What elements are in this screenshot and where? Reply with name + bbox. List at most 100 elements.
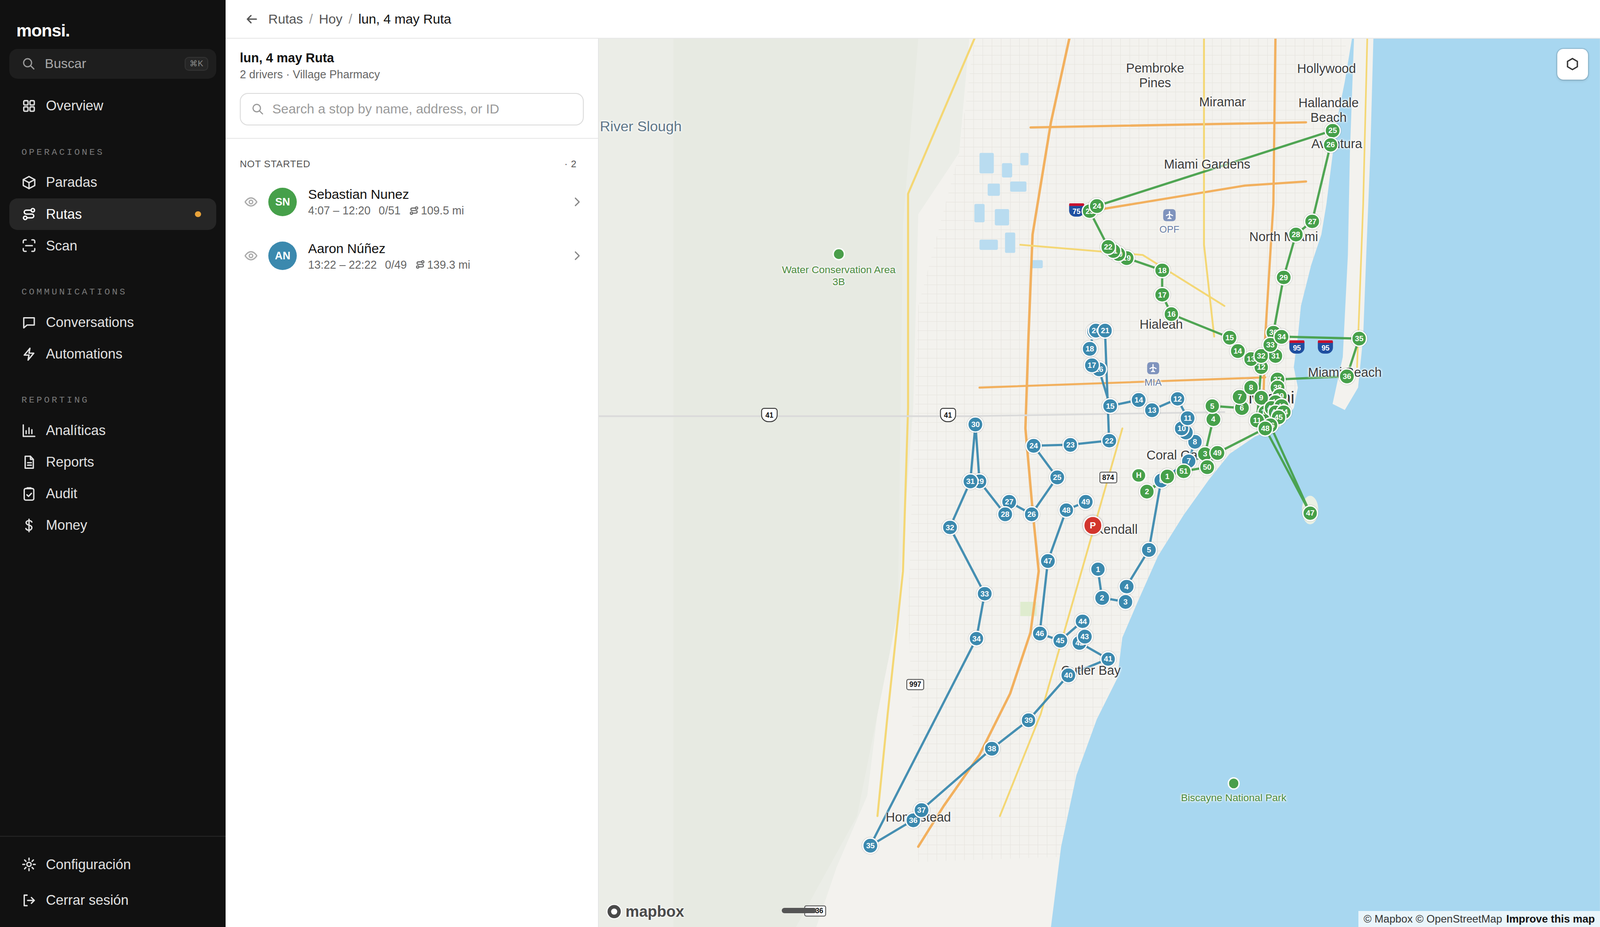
stop-marker[interactable]: 32 (941, 519, 959, 536)
stop-marker[interactable]: 18 (1154, 262, 1171, 279)
sidebar-item[interactable]: Money (9, 509, 217, 542)
sidebar-item[interactable]: Cerrar sesión (9, 882, 217, 919)
eye-icon[interactable] (243, 194, 259, 210)
stop-marker[interactable]: 5 (1204, 397, 1221, 415)
stop-marker[interactable]: 11 (1179, 410, 1196, 427)
stop-marker[interactable]: 36 (1338, 368, 1356, 385)
stop-search[interactable] (239, 92, 584, 126)
stop-marker[interactable]: 1 (1089, 561, 1107, 578)
stop-marker[interactable]: 2 (1138, 483, 1156, 501)
stop-marker[interactable]: 22 (1099, 238, 1117, 256)
sidebar-item[interactable]: Automations (9, 338, 217, 370)
sidebar-item[interactable]: Conversations (9, 306, 217, 339)
search-input[interactable] (44, 56, 176, 72)
stop-marker[interactable]: 48 (1058, 501, 1075, 519)
stop-marker[interactable]: 24 (1025, 437, 1043, 455)
stop-marker[interactable]: 51 (1175, 463, 1192, 480)
stop-marker[interactable]: 16 (1163, 306, 1180, 323)
stop-marker[interactable]: 29 (1275, 269, 1293, 286)
stop-marker[interactable]: 41 (1099, 650, 1117, 668)
driver-row[interactable]: SNSebastian Nunez4:07 – 12:200/51109.5 m… (225, 174, 598, 230)
stop-marker[interactable]: 34 (968, 630, 985, 647)
depot-marker[interactable]: P (1082, 515, 1103, 536)
stop-marker[interactable]: 17 (1154, 286, 1171, 304)
stop-marker[interactable]: 48 (1256, 420, 1274, 437)
stop-marker[interactable]: 39 (1020, 712, 1037, 729)
stop-marker[interactable]: 43 (1076, 628, 1094, 646)
improve-map-link[interactable]: Improve this map (1506, 913, 1595, 926)
stop-marker[interactable]: 26 (1322, 136, 1339, 154)
stop-marker[interactable]: 47 (1301, 505, 1319, 522)
sidebar-item[interactable]: Analíticas (9, 414, 217, 447)
stop-marker[interactable]: 21 (1096, 322, 1114, 340)
sidebar-item[interactable]: Reports (9, 446, 217, 478)
sidebar-item[interactable]: Audit (9, 477, 217, 510)
stop-marker[interactable]: 25 (1049, 469, 1066, 486)
stop-marker[interactable]: 35 (862, 837, 879, 855)
stop-search-input[interactable] (272, 101, 573, 117)
stop-marker[interactable]: 35 (1350, 330, 1368, 348)
stop-marker[interactable]: 30 (967, 416, 984, 433)
sidebar-item[interactable]: Paradas (9, 166, 217, 199)
map[interactable]: River SloughPembroke PinesHollywoodMiram… (598, 38, 1600, 927)
map-label: River Slough (599, 118, 682, 135)
clipboard-icon (21, 486, 37, 502)
stop-marker[interactable]: 27 (1304, 213, 1321, 230)
stop-marker[interactable]: 34 (1273, 328, 1290, 345)
stop-marker[interactable]: 12 (1169, 390, 1186, 408)
back-arrow-icon[interactable] (244, 12, 259, 27)
section-heading: COMMUNICATIONS (9, 261, 217, 307)
mapbox-logo[interactable]: mapbox (606, 903, 684, 921)
stop-marker[interactable]: 50 (1199, 459, 1216, 476)
sidebar-item[interactable]: Scan (9, 230, 217, 262)
map-style-button[interactable] (1557, 48, 1588, 80)
stop-marker[interactable]: 47 (1039, 553, 1057, 570)
stop-marker[interactable]: 33 (976, 585, 994, 603)
stop-marker[interactable]: 28 (997, 506, 1014, 523)
stop-marker[interactable]: 37 (913, 802, 930, 819)
breadcrumb-item[interactable]: Rutas (268, 11, 304, 27)
group-label: NOT STARTED (239, 157, 311, 172)
stop-marker[interactable]: 49 (1077, 493, 1095, 511)
sidebar-item[interactable]: Rutas (9, 198, 217, 231)
stop-marker[interactable]: 5 (1140, 541, 1158, 559)
stop-marker[interactable]: 40 (1060, 667, 1077, 684)
logo[interactable]: monsi. (9, 0, 217, 41)
grid-icon (21, 98, 37, 114)
stop-marker[interactable]: 46 (1031, 625, 1049, 643)
map-label: Biscayne National Park (1180, 791, 1287, 804)
stop-marker[interactable]: 15 (1102, 397, 1119, 415)
stop-marker[interactable]: 25 (1324, 122, 1342, 139)
sidebar-item-label: Rutas (45, 206, 186, 223)
stop-marker[interactable]: 4 (1118, 578, 1136, 595)
breadcrumb-separator: / (309, 11, 313, 27)
stop-marker[interactable]: 44 (1074, 613, 1091, 630)
sidebar-item[interactable]: Configuración (9, 847, 217, 883)
stop-marker[interactable]: 15 (1221, 329, 1238, 347)
sidebar-item[interactable]: Overview (9, 90, 217, 122)
stop-marker[interactable]: 18 (1081, 340, 1099, 358)
logout-icon (21, 892, 37, 909)
driver-row[interactable]: ANAaron Núñez13:22 – 22:220/49139.3 mi (225, 228, 598, 283)
route-panel: lun, 4 may Ruta2 drivers · Village Pharm… (225, 38, 599, 927)
stop-marker[interactable]: 1 (1159, 468, 1176, 485)
sidebar-search[interactable]: ⌘K (9, 48, 217, 79)
wetland (673, 38, 919, 927)
stop-marker[interactable]: 24 (1088, 197, 1106, 215)
stop-marker[interactable]: 3 (1117, 593, 1134, 611)
stop-marker[interactable]: 2 (1094, 589, 1111, 607)
stop-marker[interactable]: 31 (962, 473, 979, 490)
breadcrumb-item[interactable]: Hoy (319, 11, 343, 27)
stop-marker[interactable]: 28 (1287, 226, 1305, 243)
stop-marker[interactable]: 13 (1143, 402, 1161, 419)
eye-icon[interactable] (243, 248, 259, 263)
stop-marker[interactable]: 49 (1209, 444, 1226, 462)
stop-marker[interactable]: 45 (1051, 632, 1069, 650)
stop-marker[interactable]: 14 (1130, 391, 1148, 409)
stop-marker[interactable]: 22 (1101, 432, 1118, 449)
stop-marker[interactable]: 26 (1023, 506, 1040, 523)
stop-marker[interactable]: 38 (983, 740, 1001, 758)
stop-marker[interactable]: 17 (1083, 357, 1101, 374)
bar-chart-icon (21, 423, 37, 439)
stop-marker[interactable]: 23 (1062, 436, 1079, 454)
